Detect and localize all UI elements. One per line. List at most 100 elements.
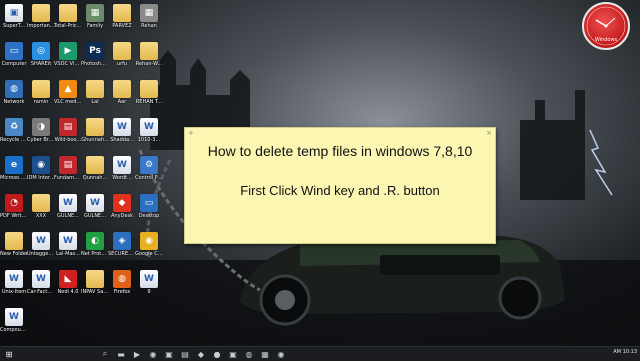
desktop-icon[interactable]: ◔PDF Writer Pro... xyxy=(0,194,28,219)
desktop-icon[interactable]: W Unix-Item xyxy=(0,270,28,295)
desktop-icon[interactable]: ramin xyxy=(27,80,55,105)
desktop-icon[interactable]: PARVEZ xyxy=(108,4,136,29)
desktop-icon[interactable]: XXX xyxy=(27,194,55,219)
document-icon: W xyxy=(113,118,131,136)
desktop-icon[interactable]: ◈SECURESH... xyxy=(108,232,136,257)
desktop-icon-label: Net Protect... xyxy=(81,251,109,257)
desktop-icon[interactable]: W GULNE... xyxy=(54,194,82,219)
desktop-icon[interactable]: ⚙Control Panel xyxy=(135,156,163,181)
desktop-icon[interactable]: PsPhotoshop CS6 xyxy=(81,42,109,67)
desktop-icon[interactable]: ▭ Computer xyxy=(0,42,28,67)
document-icon: W xyxy=(140,270,158,288)
app-icon: ◉ xyxy=(32,156,50,174)
app-icon: ◈ xyxy=(113,232,131,250)
document-icon: W xyxy=(86,194,104,212)
taskbar-recorder-icon[interactable]: ◉ xyxy=(274,348,288,360)
desktop-icon-label: Lal-Mas... xyxy=(56,251,80,257)
desktop-icon[interactable]: ◑Cyber Brow... xyxy=(27,118,55,143)
app-icon: ▭ xyxy=(5,42,23,60)
desktop-icon-label: urfu xyxy=(116,61,128,67)
desktop-icon-label: Ghunnah... xyxy=(81,137,109,143)
note-add-icon[interactable]: + xyxy=(188,129,194,137)
desktop-icon-label: Network xyxy=(3,99,25,105)
desktop-icon[interactable]: ▣ SuperT... xyxy=(0,4,28,29)
taskbar-start-icon[interactable]: ⊞ xyxy=(2,348,16,360)
desktop-icon[interactable]: Total-Price-List... xyxy=(54,4,82,29)
taskbar-app-icon[interactable]: ● xyxy=(210,348,224,360)
app-icon: e xyxy=(5,156,23,174)
desktop-icon-label: Lal xyxy=(91,99,99,105)
taskbar-app-icon[interactable]: ▣ xyxy=(226,348,240,360)
desktop-icon[interactable]: ▤ Fundamen... xyxy=(54,156,82,181)
desktop-icon[interactable]: W GULNE... xyxy=(81,194,109,219)
app-icon: ▶ xyxy=(59,42,77,60)
desktop-icon[interactable]: urfu xyxy=(108,42,136,67)
clock-gadget[interactable]: Windows xyxy=(582,2,630,50)
desktop-icon-label: Photoshop CS6 xyxy=(81,61,109,67)
desktop-icon[interactable]: ◍ Firefox xyxy=(108,270,136,295)
desktop-icon[interactable]: ◎ SHAREit xyxy=(27,42,55,67)
desktop-icon[interactable]: Important-1-8-2021 xyxy=(27,4,55,29)
taskbar-app-icon[interactable]: ▣ xyxy=(162,348,176,360)
desktop-icon[interactable]: ▦ Rehan xyxy=(135,4,163,29)
folder-icon xyxy=(140,80,158,98)
desktop-icon[interactable]: W9 xyxy=(135,270,163,295)
desktop-icon[interactable]: Qunnah... xyxy=(81,156,109,181)
desktop-icon[interactable]: Rehan-W... xyxy=(135,42,163,67)
taskbar-browser-icon[interactable]: ◉ xyxy=(146,348,160,360)
sticky-note[interactable]: + × How to delete temp files in windows … xyxy=(184,127,496,244)
app-icon: ▲ xyxy=(59,80,77,98)
taskbar: ⊞ ⌕ ▬ ▶ ◉ ▣ ▤ ◆ ● ▣ ◍ ▦ ◉ AM 10:13 xyxy=(0,346,640,361)
desktop-icon[interactable]: ▲VLC media player xyxy=(54,80,82,105)
desktop-icon-label: SuperT... xyxy=(3,23,25,29)
desktop-icon-label: INPAV Saved Updates 1... xyxy=(81,289,109,295)
desktop-icon[interactable]: ◐Net Protect... xyxy=(81,232,109,257)
desktop-icon[interactable]: W Lal-Mas... xyxy=(54,232,82,257)
app-icon: ⚙ xyxy=(140,156,158,174)
desktop-icon[interactable]: ▦ Family xyxy=(81,4,109,29)
desktop-icon[interactable]: Aar xyxy=(108,80,136,105)
desktop-icon[interactable]: ♻ Recycle Bin xyxy=(0,118,28,143)
desktop-icon[interactable]: W Car-Facto... xyxy=(27,270,55,295)
desktop-icon[interactable]: eMicroso... Edge xyxy=(0,156,28,181)
desktop-icon[interactable]: ◍ Network xyxy=(0,80,28,105)
taskbar-app-icon[interactable]: ◆ xyxy=(194,348,208,360)
desktop-icon[interactable]: ◉IDM Internet... xyxy=(27,156,55,181)
desktop-icon-label: REHAN T... xyxy=(135,99,163,105)
taskbar-folder-icon[interactable]: ▬ xyxy=(114,348,128,360)
desktop-icon-label: 9 xyxy=(147,289,151,295)
desktop-icon[interactable]: Lal xyxy=(81,80,109,105)
desktop-icon[interactable]: W Shadda... xyxy=(108,118,136,143)
taskbar-media-icon[interactable]: ▶ xyxy=(130,348,144,360)
document-icon: W xyxy=(5,308,23,326)
desktop-icon[interactable]: Ghunnah... xyxy=(81,118,109,143)
folder-icon xyxy=(86,80,104,98)
app-icon: ▤ xyxy=(59,118,77,136)
app-icon: ◑ xyxy=(32,118,50,136)
desktop-icon-label: VSDC Video Editor xyxy=(54,61,82,67)
note-close-icon[interactable]: × xyxy=(486,129,492,137)
desktop-icon[interactable]: W 1010-3... xyxy=(135,118,163,143)
desktop-icon[interactable]: ◉Google Chrome xyxy=(135,232,163,257)
taskbar-search-icon[interactable]: ⌕ xyxy=(98,348,112,360)
taskbar-app-icon[interactable]: ▤ xyxy=(178,348,192,360)
desktop-icon-label: Unix-Item xyxy=(1,289,27,295)
desktop-icon[interactable]: ▤ Wild-boo... xyxy=(54,118,82,143)
desktop-icon[interactable]: W Untagged... xyxy=(27,232,55,257)
folder-icon xyxy=(86,118,104,136)
taskbar-app-icon[interactable]: ◍ xyxy=(242,348,256,360)
desktop-icon[interactable]: ▶VSDC Video Editor xyxy=(54,42,82,67)
app-icon: ▤ xyxy=(59,156,77,174)
desktop-icon-label: Family xyxy=(86,23,104,29)
desktop-icon[interactable]: WCompound... xyxy=(0,308,28,333)
taskbar-app-icon[interactable]: ▦ xyxy=(258,348,272,360)
tray-clock[interactable]: AM 10:13 xyxy=(613,349,637,355)
desktop-icon[interactable]: ▭ Desktop xyxy=(135,194,163,219)
desktop-icon-label: Firefox xyxy=(113,289,131,295)
desktop-icon[interactable]: ◣ Nedi 4.0 xyxy=(54,270,82,295)
desktop-icon[interactable]: REHAN T... xyxy=(135,80,163,105)
desktop-icon[interactable]: ◆ AnyDesk xyxy=(108,194,136,219)
desktop-icon[interactable]: W Wordt... xyxy=(108,156,136,181)
desktop-icon[interactable]: INPAV Saved Updates 1... xyxy=(81,270,109,295)
desktop-icon[interactable]: New Folder xyxy=(0,232,28,257)
